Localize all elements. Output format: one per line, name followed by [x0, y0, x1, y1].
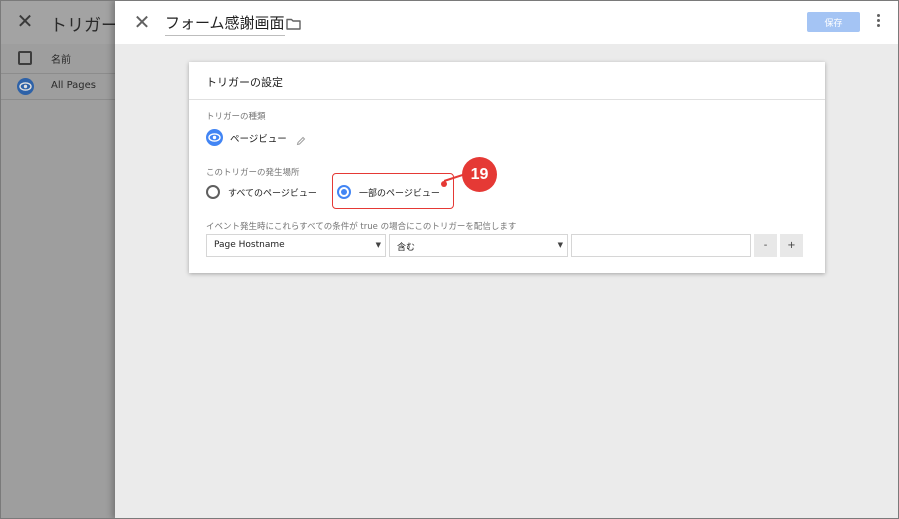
option-all-pageviews[interactable]: すべてのページビュー — [206, 184, 317, 200]
operator-select-value: 含む — [397, 243, 416, 253]
dropdown-arrow-icon: ▼ — [375, 241, 381, 249]
condition-value-input[interactable] — [571, 234, 751, 257]
pencil-icon[interactable] — [296, 131, 306, 150]
option-all-pageviews-label: すべてのページビュー — [228, 188, 317, 199]
trigger-config-card: トリガーの設定 トリガーの種類 ページビュー このトリガーの発生場所 すべてのペ… — [189, 62, 825, 273]
annotation-leader-dot — [441, 181, 447, 187]
background-close-icon[interactable]: ✕ — [14, 10, 36, 32]
more-vert-icon[interactable] — [877, 14, 881, 29]
column-name-header: 名前 — [51, 55, 71, 66]
close-icon[interactable]: ✕ — [131, 11, 153, 33]
fires-on-label: このトリガーの発生場所 — [206, 168, 300, 178]
divider — [189, 99, 825, 100]
operator-select[interactable]: 含む ▼ — [389, 234, 568, 257]
save-button[interactable]: 保存 — [807, 12, 860, 32]
remove-condition-button[interactable]: - — [754, 234, 777, 257]
eye-icon — [17, 78, 34, 95]
radio-all-pageviews[interactable] — [206, 185, 220, 199]
folder-icon[interactable] — [286, 15, 301, 34]
variable-select-value: Page Hostname — [214, 240, 285, 250]
condition-label: イベント発生時にこれらすべての条件が true の場合にこのトリガーを配信します — [206, 222, 517, 232]
trigger-type-value[interactable]: ページビュー — [230, 131, 287, 145]
eye-icon — [206, 129, 223, 146]
annotation-highlight-box — [332, 173, 454, 209]
trigger-title-input[interactable]: フォーム感謝画面 — [165, 12, 285, 36]
add-condition-button[interactable]: + — [780, 234, 803, 257]
annotation-number-badge: 19 — [462, 157, 497, 192]
trigger-name[interactable]: All Pages — [51, 80, 96, 91]
trigger-editor-sheet: ✕ フォーム感謝画面 保存 トリガーの設定 トリガーの種類 ページビュー このト… — [115, 0, 899, 519]
card-title: トリガーの設定 — [206, 76, 283, 89]
dropdown-arrow-icon: ▼ — [557, 241, 563, 249]
trigger-type-label: トリガーの種類 — [206, 112, 266, 122]
select-all-checkbox[interactable] — [18, 51, 32, 65]
variable-select[interactable]: Page Hostname ▼ — [206, 234, 386, 257]
